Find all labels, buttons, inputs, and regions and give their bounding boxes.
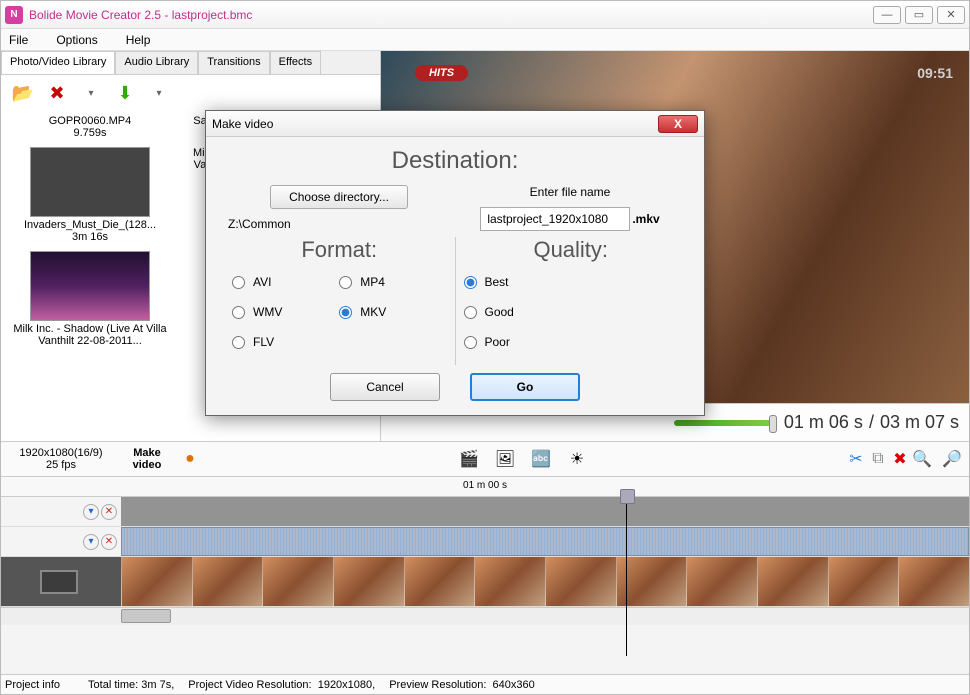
tab-photo-video[interactable]: Photo/Video Library	[1, 51, 115, 74]
close-button[interactable]: ✕	[937, 6, 965, 24]
format-flv[interactable]: FLV	[232, 335, 339, 349]
track-video	[1, 557, 969, 607]
item-duration: 9.759s	[5, 127, 175, 139]
window-title: Bolide Movie Creator 2.5 - lastproject.b…	[29, 8, 252, 22]
copy-icon[interactable]: ⧉	[867, 448, 889, 470]
statusbar: Project info Total time: 3m 7s, Project …	[1, 674, 969, 694]
volume-slider[interactable]	[674, 420, 774, 426]
choose-directory-button[interactable]: Choose directory...	[270, 185, 408, 209]
directory-path: Z:\Common	[224, 217, 454, 231]
playhead[interactable]	[626, 497, 627, 656]
filename-input[interactable]	[480, 207, 630, 231]
track-overlay: ▾ ✕	[1, 497, 969, 527]
delete-track-icon[interactable]: ✕	[101, 534, 117, 550]
delete-icon[interactable]: ✖	[889, 448, 911, 470]
library-toolbar: 📂 ✖ ▾ ⬇ ▾	[1, 75, 380, 111]
list-item[interactable]: GOPR0060.MP4 9.759s	[5, 115, 175, 139]
titlebar: N Bolide Movie Creator 2.5 - lastproject…	[1, 1, 969, 29]
hits-badge: HITS	[415, 65, 468, 81]
item-name: Invaders_Must_Die_(128...	[5, 219, 175, 231]
filename-label: Enter file name	[454, 185, 686, 199]
format-avi[interactable]: AVI	[232, 275, 339, 289]
total-time: 03 m 07 s	[880, 412, 959, 433]
list-item[interactable]: Invaders_Must_Die_(128... 3m 16s	[5, 147, 175, 243]
library-tabs: Photo/Video Library Audio Library Transi…	[1, 51, 380, 75]
minimize-button[interactable]: —	[873, 6, 901, 24]
app-icon: N	[5, 6, 23, 24]
format-mp4[interactable]: MP4	[339, 275, 446, 289]
make-video-button[interactable]: Make video	[125, 447, 169, 471]
dropdown-icon[interactable]: ▾	[145, 79, 173, 107]
total-time-value: 3m 7s,	[141, 679, 174, 691]
tool-icon[interactable]: ☀	[566, 448, 588, 470]
project-res-value: 1920x1080,	[318, 679, 376, 691]
broadcast-clock: 09:51	[917, 65, 953, 81]
quality-good[interactable]: Good	[464, 305, 679, 319]
thumbnail	[30, 147, 150, 217]
delete-track-icon[interactable]: ✕	[101, 504, 117, 520]
film-icon	[40, 570, 78, 594]
open-folder-icon[interactable]: 📂	[9, 79, 37, 107]
track-audio: ▾ ✕	[1, 527, 969, 557]
timeline: 01 m 00 s ▾ ✕ ▾ ✕	[1, 477, 969, 674]
timeline-scrollbar[interactable]	[1, 607, 969, 625]
dialog-titlebar: Make video X	[206, 111, 704, 137]
project-strip: 1920x1080(16/9) 25 fps Make video ● 🎬 🖼 …	[1, 441, 969, 477]
track-body[interactable]	[121, 557, 969, 606]
tab-audio[interactable]: Audio Library	[115, 51, 198, 74]
tool-icon[interactable]: 🖼	[494, 448, 516, 470]
tool-icon[interactable]: 🎬	[458, 448, 480, 470]
project-resolution[interactable]: 1920x1080(16/9) 25 fps	[7, 447, 115, 471]
record-icon[interactable]: ●	[179, 448, 201, 470]
format-wmv[interactable]: WMV	[232, 305, 339, 319]
maximize-button[interactable]: ▭	[905, 6, 933, 24]
track-body[interactable]	[121, 527, 969, 556]
menubar: File Options Help	[1, 29, 969, 51]
menu-options[interactable]: Options	[56, 33, 97, 47]
quality-best[interactable]: Best	[464, 275, 679, 289]
preview-res-label: Preview Resolution:	[389, 679, 486, 691]
thumbnail	[30, 251, 150, 321]
dropdown-icon[interactable]: ▾	[77, 79, 105, 107]
project-res-label: Project Video Resolution:	[188, 679, 311, 691]
dialog-close-button[interactable]: X	[658, 115, 698, 133]
tab-transitions[interactable]: Transitions	[198, 51, 269, 74]
tool-icon[interactable]: 🔤	[530, 448, 552, 470]
menu-file[interactable]: File	[9, 33, 28, 47]
item-name: Milk Inc. - Shadow (Live At Villa Vanthi…	[5, 323, 175, 347]
project-info-label[interactable]: Project info	[5, 679, 60, 691]
format-heading: Format:	[232, 237, 447, 263]
delete-icon[interactable]: ✖	[43, 79, 71, 107]
format-mkv[interactable]: MKV	[339, 305, 446, 319]
expand-icon[interactable]: ▾	[83, 504, 99, 520]
tab-effects[interactable]: Effects	[270, 51, 321, 74]
expand-icon[interactable]: ▾	[83, 534, 99, 550]
zoom-in-icon[interactable]: 🔎	[941, 448, 963, 470]
destination-heading: Destination:	[224, 147, 686, 175]
preview-res-value: 640x360	[493, 679, 535, 691]
quality-poor[interactable]: Poor	[464, 335, 679, 349]
file-extension: .mkv	[632, 212, 659, 226]
go-button[interactable]: Go	[470, 373, 580, 401]
download-icon[interactable]: ⬇	[111, 79, 139, 107]
timeline-ruler[interactable]: 01 m 00 s	[1, 477, 969, 497]
quality-heading: Quality:	[464, 237, 679, 263]
cancel-button[interactable]: Cancel	[330, 373, 440, 401]
list-item[interactable]: Milk Inc. - Shadow (Live At Villa Vanthi…	[5, 251, 175, 347]
current-time: 01 m 06 s	[784, 412, 863, 433]
total-time-label: Total time:	[88, 679, 138, 691]
item-duration: 3m 16s	[5, 231, 175, 243]
item-name: GOPR0060.MP4	[5, 115, 175, 127]
zoom-out-icon[interactable]: 🔍	[911, 448, 933, 470]
menu-help[interactable]: Help	[126, 33, 151, 47]
track-body[interactable]	[121, 497, 969, 526]
cut-icon[interactable]: ✂	[845, 448, 867, 470]
dialog-title: Make video	[212, 117, 273, 131]
make-video-dialog: Make video X Destination: Choose directo…	[205, 110, 705, 416]
